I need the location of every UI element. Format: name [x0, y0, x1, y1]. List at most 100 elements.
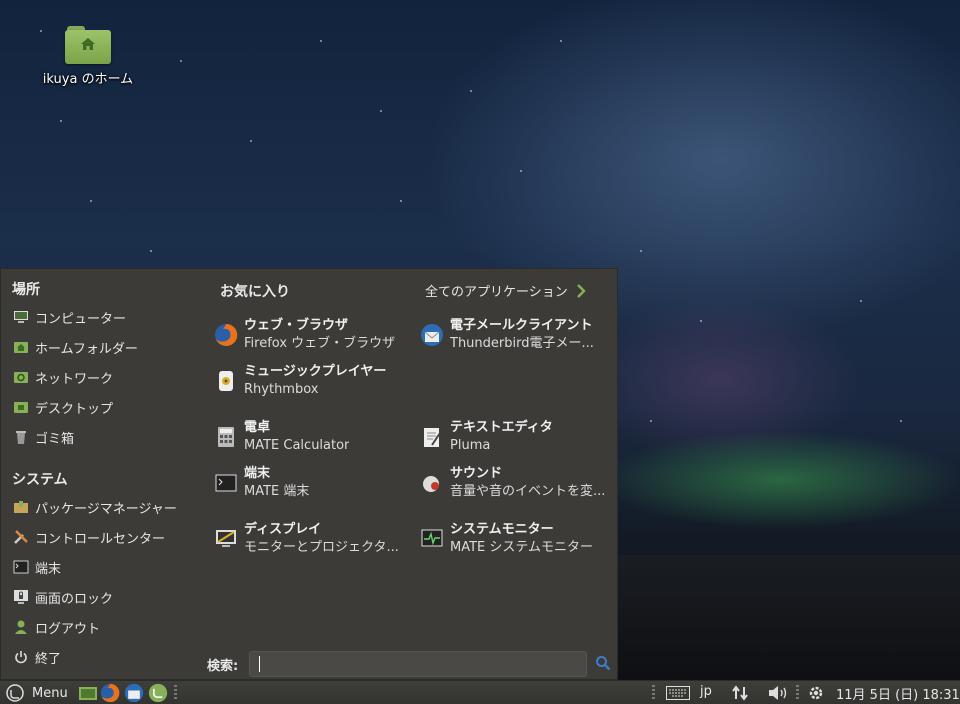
trash-icon: [13, 429, 29, 445]
system-item-label: 画面のロック: [35, 591, 114, 607]
display-icon: [214, 527, 238, 551]
system-item-package-manager[interactable]: パッケージマネージャー: [13, 496, 177, 518]
firefox-icon: [214, 323, 238, 347]
show-desktop-icon[interactable]: [78, 683, 98, 703]
settings-gear-icon[interactable]: [806, 683, 826, 703]
places-item-label: デスクトップ: [35, 401, 114, 417]
terminal-icon: [214, 471, 238, 495]
keyboard-layout-indicator[interactable]: jp: [700, 684, 712, 699]
sound-icon: [420, 471, 444, 495]
favorite-music-player[interactable]: ミュージックプレイヤー Rhythmbox: [214, 363, 410, 399]
all-applications-label: 全てのアプリケーション: [425, 285, 568, 300]
system-monitor-icon: [420, 527, 444, 551]
search-input[interactable]: [249, 651, 587, 677]
system-item-label: コントロールセンター: [35, 531, 166, 547]
app-name: ウェブ・ブラウザ: [244, 318, 349, 333]
app-desc: Firefox ウェブ・ブラウザ: [244, 336, 396, 351]
app-desc: Pluma: [450, 438, 491, 453]
app-name: システムモニター: [450, 522, 554, 537]
places-item-home[interactable]: ホームフォルダー: [13, 336, 138, 358]
app-desc: Rhythmbox: [244, 382, 319, 397]
favorite-sound[interactable]: サウンド 音量や音のイベントを変...: [420, 465, 616, 501]
thunderbird-launcher-icon[interactable]: [124, 683, 144, 703]
firefox-launcher-icon[interactable]: [100, 683, 120, 703]
tools-icon: [13, 529, 29, 545]
main-menu: 場所 コンピューター ホームフォルダー ネットワーク デスクトップ ゴミ箱 シス…: [0, 268, 618, 680]
text-caret: [259, 656, 260, 672]
desktop-icon: [13, 399, 29, 415]
menu-button[interactable]: Menu: [6, 684, 68, 702]
lock-screen-icon: [13, 589, 29, 605]
system-item-label: 端末: [35, 561, 62, 577]
favorite-system-monitor[interactable]: システムモニター MATE システムモニター: [420, 521, 616, 557]
favorites-heading: お気に入り: [220, 284, 290, 300]
system-item-control-center[interactable]: コントロールセンター: [13, 526, 165, 548]
system-heading: システム: [12, 472, 68, 488]
app-name: 端末: [244, 466, 271, 481]
home-folder-desktop-icon[interactable]: ikuya のホーム: [30, 24, 146, 87]
panel-separator: [796, 685, 799, 701]
software-manager-launcher-icon[interactable]: [148, 683, 168, 703]
app-name: ミュージックプレイヤー: [244, 364, 387, 379]
favorite-terminal[interactable]: 端末 MATE 端末: [214, 465, 410, 501]
home-folder-label: ikuya のホーム: [42, 72, 134, 87]
panel-separator: [652, 685, 655, 701]
home-folder-icon: [13, 339, 29, 355]
system-item-lock-screen[interactable]: 画面のロック: [13, 586, 113, 608]
taskbar: Menu jp 11月 5日 (日) 18:31: [0, 680, 960, 704]
power-icon: [13, 649, 29, 665]
places-item-label: ホームフォルダー: [35, 341, 138, 357]
favorite-text-editor[interactable]: テキストエディタ Pluma: [420, 419, 616, 455]
places-item-label: ゴミ箱: [35, 431, 75, 447]
app-name: ディスプレイ: [244, 522, 322, 537]
app-desc: MATE 端末: [244, 484, 310, 499]
volume-icon[interactable]: [766, 683, 790, 703]
package-icon: [13, 499, 29, 515]
app-desc: 音量や音のイベントを変...: [450, 484, 606, 499]
panel-separator: [174, 685, 177, 701]
logout-icon: [13, 619, 29, 635]
system-item-logout[interactable]: ログアウト: [13, 616, 100, 638]
clock[interactable]: 11月 5日 (日) 18:31: [836, 684, 960, 703]
system-item-terminal[interactable]: 端末: [13, 556, 61, 578]
folder-icon: [65, 24, 111, 64]
favorite-display[interactable]: ディスプレイ モニターとプロジェクタ...: [214, 521, 410, 557]
places-item-desktop[interactable]: デスクトップ: [13, 396, 113, 418]
search-label: 検索:: [207, 659, 239, 674]
places-item-label: コンピューター: [35, 311, 127, 327]
app-desc: Thunderbird電子メー...: [450, 336, 594, 351]
favorite-web-browser[interactable]: ウェブ・ブラウザ Firefox ウェブ・ブラウザ: [214, 317, 410, 353]
favorite-calculator[interactable]: 電卓 MATE Calculator: [214, 419, 410, 455]
computer-icon: [13, 309, 29, 325]
house-icon: [81, 38, 95, 50]
app-name: テキストエディタ: [450, 420, 553, 435]
thunderbird-icon: [420, 323, 444, 347]
system-item-label: 終了: [35, 651, 62, 667]
system-item-label: パッケージマネージャー: [35, 501, 177, 517]
app-name: サウンド: [450, 466, 503, 481]
calculator-icon: [214, 425, 238, 449]
app-desc: MATE システムモニター: [450, 540, 593, 555]
places-item-trash[interactable]: ゴミ箱: [13, 426, 74, 448]
system-item-shutdown[interactable]: 終了: [13, 646, 61, 668]
system-item-label: ログアウト: [35, 621, 101, 637]
app-desc: モニターとプロジェクタ...: [244, 540, 399, 555]
app-name: 電子メールクライアント: [450, 318, 593, 333]
keyboard-icon[interactable]: [665, 683, 691, 703]
app-name: 電卓: [244, 420, 271, 435]
text-editor-icon: [420, 425, 444, 449]
places-heading: 場所: [12, 282, 40, 298]
chevron-right-icon: [576, 283, 586, 298]
terminal-icon: [13, 559, 29, 575]
favorite-email-client[interactable]: 電子メールクライアント Thunderbird電子メー...: [420, 317, 616, 353]
places-item-computer[interactable]: コンピューター: [13, 306, 126, 328]
mint-logo-icon: [6, 684, 24, 702]
network-arrows-icon[interactable]: [730, 683, 750, 703]
places-item-label: ネットワーク: [35, 371, 114, 387]
all-applications-button[interactable]: 全てのアプリケーション: [425, 281, 586, 300]
rhythmbox-icon: [214, 369, 238, 393]
places-item-network[interactable]: ネットワーク: [13, 366, 113, 388]
network-icon: [13, 369, 29, 385]
search-icon[interactable]: [595, 655, 611, 671]
app-desc: MATE Calculator: [244, 438, 350, 453]
